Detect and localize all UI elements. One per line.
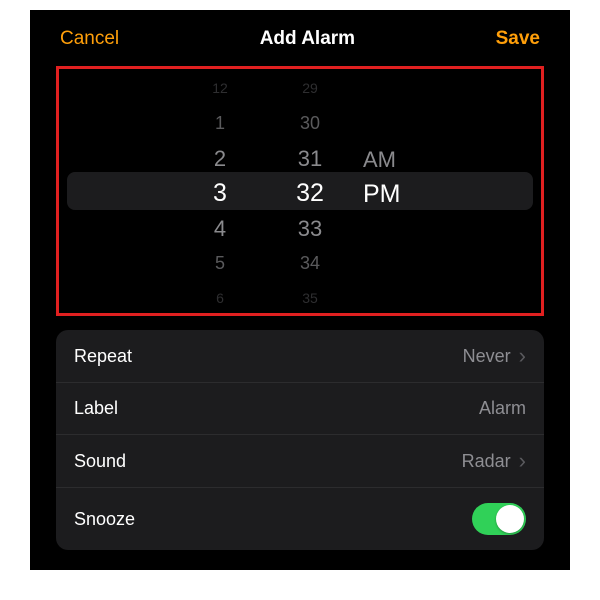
minute-option[interactable]: 35 [265, 281, 355, 316]
label-value: Alarm [479, 398, 526, 419]
hour-option[interactable]: 4 [175, 211, 265, 246]
repeat-value: Never [463, 346, 511, 367]
hour-option[interactable]: 2 [175, 141, 265, 176]
chevron-right-icon: › [519, 450, 526, 472]
sound-row[interactable]: Sound Radar › [56, 435, 544, 488]
toggle-knob [496, 505, 524, 533]
repeat-label: Repeat [74, 346, 132, 367]
time-picker-highlight-box: 12 1 2 3 4 5 6 29 30 31 32 33 34 35 AM [56, 66, 544, 316]
header: Cancel Add Alarm Save [50, 10, 550, 64]
hour-option[interactable]: 12 [175, 71, 265, 106]
minute-selected[interactable]: 32 [265, 176, 355, 211]
hour-option[interactable]: 1 [175, 106, 265, 141]
snooze-label: Snooze [74, 509, 135, 530]
minute-option[interactable]: 31 [265, 141, 355, 176]
minute-wheel[interactable]: 29 30 31 32 33 34 35 [265, 79, 355, 307]
repeat-row[interactable]: Repeat Never › [56, 330, 544, 383]
label-row[interactable]: Label Alarm [56, 383, 544, 435]
hour-option[interactable]: 5 [175, 246, 265, 281]
save-button[interactable]: Save [496, 28, 540, 50]
ampm-option[interactable]: AM [363, 142, 425, 177]
minute-option[interactable]: 34 [265, 246, 355, 281]
cancel-button[interactable]: Cancel [60, 28, 119, 50]
add-alarm-screen: Cancel Add Alarm Save 12 1 2 3 4 5 6 29 … [30, 10, 570, 570]
snooze-row: Snooze [56, 488, 544, 550]
ampm-wheel[interactable]: AM PM [355, 79, 425, 307]
snooze-toggle[interactable] [472, 503, 526, 535]
settings-list: Repeat Never › Label Alarm Sound Radar ›… [56, 330, 544, 550]
sound-value: Radar [462, 451, 511, 472]
minute-option[interactable]: 30 [265, 106, 355, 141]
minute-option[interactable]: 33 [265, 211, 355, 246]
chevron-right-icon: › [519, 345, 526, 367]
page-title: Add Alarm [260, 28, 355, 50]
hour-wheel[interactable]: 12 1 2 3 4 5 6 [175, 79, 265, 307]
hour-option[interactable]: 6 [175, 281, 265, 316]
label-label: Label [74, 398, 118, 419]
hour-selected[interactable]: 3 [175, 176, 265, 211]
sound-label: Sound [74, 451, 126, 472]
ampm-selected[interactable]: PM [363, 177, 425, 212]
minute-option[interactable]: 29 [265, 71, 355, 106]
